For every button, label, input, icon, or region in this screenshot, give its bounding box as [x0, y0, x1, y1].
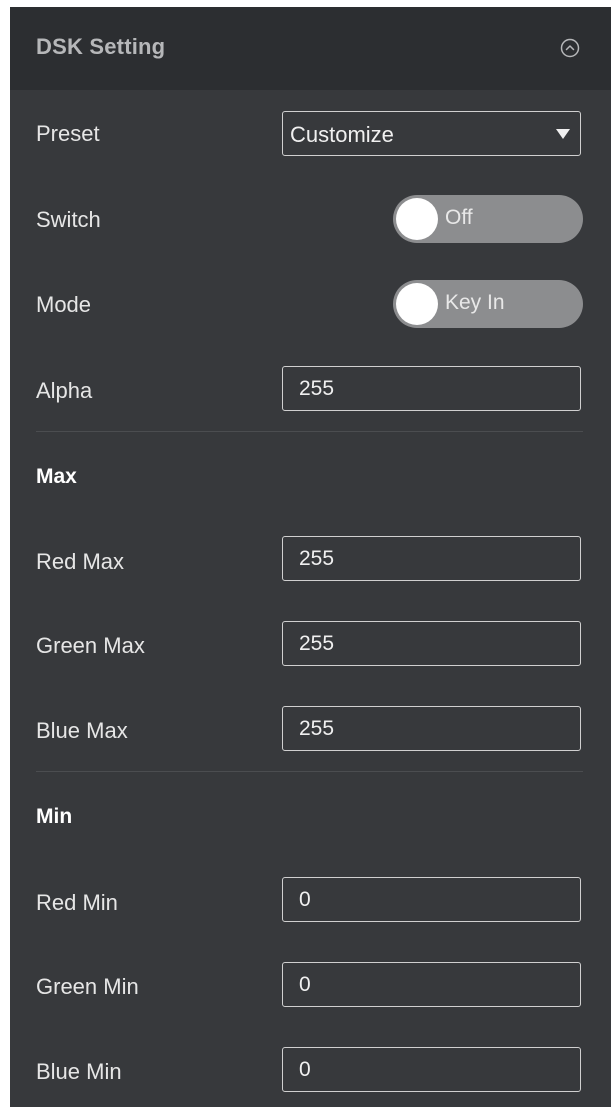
max-section-title: Max: [36, 465, 77, 488]
alpha-input[interactable]: [282, 366, 581, 411]
blue-max-label: Blue Max: [36, 718, 128, 743]
blue-min-input[interactable]: [282, 1047, 581, 1092]
mode-label: Mode: [36, 292, 92, 317]
preset-select[interactable]: Customize: [282, 111, 581, 156]
section-divider: [36, 431, 583, 432]
toggle-knob: [396, 198, 438, 240]
switch-state-text: Off: [445, 206, 473, 229]
red-min-label: Red Min: [36, 890, 118, 915]
preset-label: Preset: [36, 121, 100, 146]
blue-min-label: Blue Min: [36, 1059, 122, 1084]
green-max-label: Green Max: [36, 633, 145, 658]
green-min-label: Green Min: [36, 974, 139, 999]
min-section-title: Min: [36, 805, 73, 828]
panel-title: DSK Setting: [36, 34, 166, 59]
section-divider: [36, 771, 583, 772]
panel-header: DSK Setting: [10, 7, 611, 90]
blue-max-input[interactable]: [282, 706, 581, 751]
switch-label: Switch: [36, 207, 101, 232]
red-min-input[interactable]: [282, 877, 581, 922]
caret-down-icon: [556, 129, 570, 139]
red-max-input[interactable]: [282, 536, 581, 581]
toggle-knob: [396, 283, 438, 325]
green-max-input[interactable]: [282, 621, 581, 666]
dsk-setting-panel: DSK Setting Preset Customize Switch Off …: [10, 7, 611, 1107]
red-max-label: Red Max: [36, 549, 125, 574]
mode-toggle[interactable]: Key In: [393, 280, 583, 328]
mode-state-text: Key In: [445, 291, 505, 314]
chevron-up-circle-icon[interactable]: [560, 38, 580, 58]
alpha-label: Alpha: [36, 378, 93, 403]
switch-toggle[interactable]: Off: [393, 195, 583, 243]
green-min-input[interactable]: [282, 962, 581, 1007]
preset-selected-value: Customize: [290, 122, 394, 147]
